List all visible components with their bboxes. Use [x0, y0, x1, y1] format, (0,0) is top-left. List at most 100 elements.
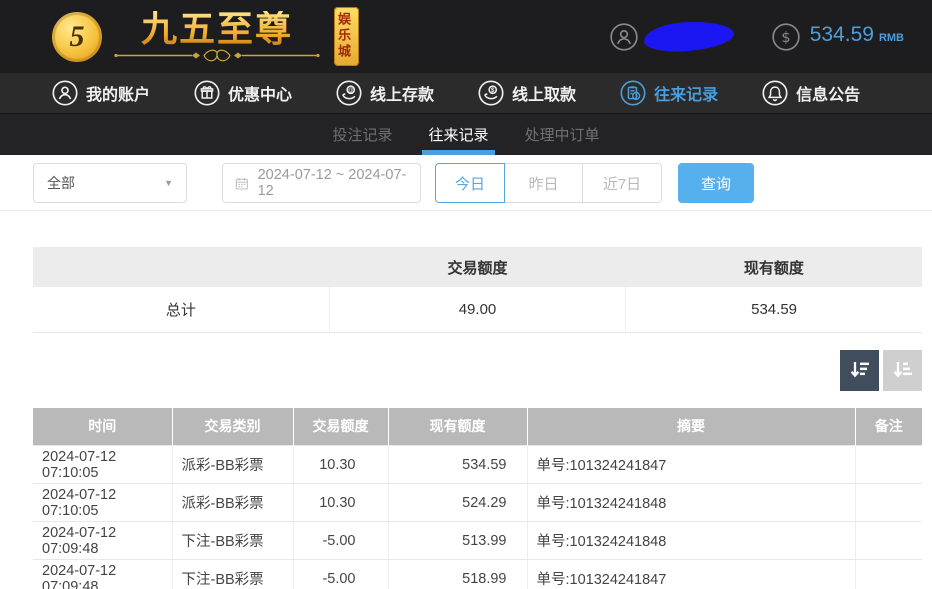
divider: [0, 210, 932, 211]
search-button[interactable]: 查询: [678, 163, 754, 203]
cell-type: 下注-BB彩票: [172, 560, 293, 589]
svg-text:@: @: [348, 88, 353, 94]
nav-label: 线上存款: [370, 81, 434, 105]
cell-note: [855, 446, 922, 484]
calendar-icon: [234, 175, 250, 192]
summary-header-row: 交易额度现有额度: [33, 247, 922, 287]
sort-descending-button[interactable]: [840, 350, 879, 391]
bell-icon: [762, 80, 788, 106]
balance-currency: RMB: [879, 32, 904, 44]
brand-logo[interactable]: 5 九五至尊 娱乐城: [52, 7, 359, 66]
summary-header-cell: 交易额度: [329, 247, 625, 287]
nav-label: 信息公告: [796, 81, 860, 105]
nav-item-bell[interactable]: 信息公告: [762, 80, 860, 106]
cell-amount: 10.30: [293, 484, 388, 522]
table-row: 2024-07-12 07:10:05派彩-BB彩票10.30524.29单号:…: [33, 484, 922, 522]
filter-row: 全部 ▼ 2024-07-12 ~ 2024-07-12 今日昨日近7日 查询: [33, 163, 922, 203]
records-icon: [620, 80, 646, 106]
nav-item-gift[interactable]: 优惠中心: [194, 80, 292, 106]
top-header: 5 九五至尊 娱乐城 $ 534.59 RMB: [0, 0, 932, 73]
column-header-amount: 交易额度: [293, 408, 388, 446]
summary-value-cell: 总计: [33, 287, 329, 332]
quick-date-button-1[interactable]: 昨日: [504, 163, 583, 203]
balance-display[interactable]: $ 534.59 RMB: [772, 23, 904, 51]
cell-type: 派彩-BB彩票: [172, 484, 293, 522]
cell-amount: 10.30: [293, 446, 388, 484]
nav-item-deposit[interactable]: @ 线上存款: [336, 80, 434, 106]
nav-item-withdraw[interactable]: $ 线上取款: [478, 80, 576, 106]
nav-item-records[interactable]: 往来记录: [620, 80, 718, 106]
cell-summary: 单号:101324241847: [527, 560, 855, 589]
brand-title: 九五至尊: [141, 11, 293, 47]
records-header-row: 时间交易类别交易额度现有额度摘要备注: [33, 408, 922, 446]
cell-summary: 单号:101324241847: [527, 446, 855, 484]
cell-time: 2024-07-12 07:09:48: [33, 522, 172, 560]
flourish-ornament: [112, 49, 322, 62]
summary-header-cell: [33, 247, 329, 287]
sort-descending-icon: [848, 358, 872, 382]
withdraw-icon: $: [478, 80, 504, 106]
column-header-note: 备注: [855, 408, 922, 446]
cell-summary: 单号:101324241848: [527, 484, 855, 522]
cell-balance: 518.99: [388, 560, 527, 589]
deposit-icon: @: [336, 80, 362, 106]
summary-total-row: 总计49.00534.59: [33, 287, 922, 332]
cell-time: 2024-07-12 07:10:05: [33, 446, 172, 484]
subtab-1[interactable]: 往来记录: [422, 114, 494, 155]
date-range-value: 2024-07-12 ~ 2024-07-12: [258, 167, 409, 199]
cell-amount: -5.00: [293, 522, 388, 560]
table-row: 2024-07-12 07:09:48下注-BB彩票-5.00513.99单号:…: [33, 522, 922, 560]
date-range-input[interactable]: 2024-07-12 ~ 2024-07-12: [222, 163, 421, 203]
brand-monogram: 5: [70, 20, 85, 54]
cell-type: 派彩-BB彩票: [172, 446, 293, 484]
nav-label: 我的账户: [86, 81, 150, 105]
cell-note: [855, 560, 922, 589]
cell-summary: 单号:101324241848: [527, 522, 855, 560]
cell-balance: 513.99: [388, 522, 527, 560]
subtab-2[interactable]: 处理中订单: [519, 114, 606, 155]
summary-header-cell: 现有额度: [626, 247, 922, 287]
brand-emblem-icon: 5: [52, 12, 102, 62]
nav-label: 线上取款: [512, 81, 576, 105]
column-header-type: 交易类别: [172, 408, 293, 446]
brand-suffix-badge: 娱乐城: [334, 7, 359, 66]
subtab-0[interactable]: 投注记录: [326, 114, 398, 155]
quick-date-button-0[interactable]: 今日: [435, 163, 505, 203]
cell-amount: -5.00: [293, 560, 388, 589]
table-row: 2024-07-12 07:09:48下注-BB彩票-5.00518.99单号:…: [33, 560, 922, 589]
sort-ascending-button[interactable]: [883, 350, 922, 391]
dollar-coin-icon: $: [772, 23, 800, 51]
gift-icon: [194, 80, 220, 106]
type-select[interactable]: 全部 ▼: [33, 163, 187, 203]
summary-value-cell: 534.59: [626, 287, 922, 332]
column-header-balance: 现有额度: [388, 408, 527, 446]
quick-date-group: 今日昨日近7日: [435, 163, 662, 203]
cell-time: 2024-07-12 07:09:48: [33, 560, 172, 589]
summary-value-cell: 49.00: [329, 287, 625, 332]
user-icon: [52, 80, 78, 106]
cell-balance: 524.29: [388, 484, 527, 522]
account-user-icon[interactable]: [610, 23, 638, 51]
main-nav: 我的账户 优惠中心 @ 线上存款 $ 线上取款 往来记录 信息公告: [0, 73, 932, 113]
table-row: 2024-07-12 07:10:05派彩-BB彩票10.30534.59单号:…: [33, 446, 922, 484]
cell-balance: 534.59: [388, 446, 527, 484]
cell-time: 2024-07-12 07:10:05: [33, 484, 172, 522]
content-area: 全部 ▼ 2024-07-12 ~ 2024-07-12 今日昨日近7日 查询 …: [0, 163, 932, 589]
quick-date-button-2[interactable]: 近7日: [582, 163, 662, 203]
nav-label: 往来记录: [654, 81, 718, 105]
record-subtabs: 投注记录往来记录处理中订单: [0, 113, 932, 155]
records-table: 时间交易类别交易额度现有额度摘要备注 2024-07-12 07:10:05派彩…: [33, 408, 922, 589]
redacted-username: [643, 20, 734, 54]
cell-note: [855, 484, 922, 522]
balance-amount: 534.59: [810, 23, 874, 47]
column-header-summary: 摘要: [527, 408, 855, 446]
summary-table: 交易额度现有额度 总计49.00534.59: [33, 247, 922, 333]
cell-note: [855, 522, 922, 560]
sort-controls: [33, 350, 922, 391]
type-select-value: 全部: [47, 173, 75, 193]
svg-text:$: $: [781, 29, 790, 46]
nav-label: 优惠中心: [228, 81, 292, 105]
sort-ascending-icon: [891, 358, 915, 382]
nav-item-user[interactable]: 我的账户: [52, 80, 150, 106]
chevron-down-icon: ▼: [164, 178, 173, 188]
